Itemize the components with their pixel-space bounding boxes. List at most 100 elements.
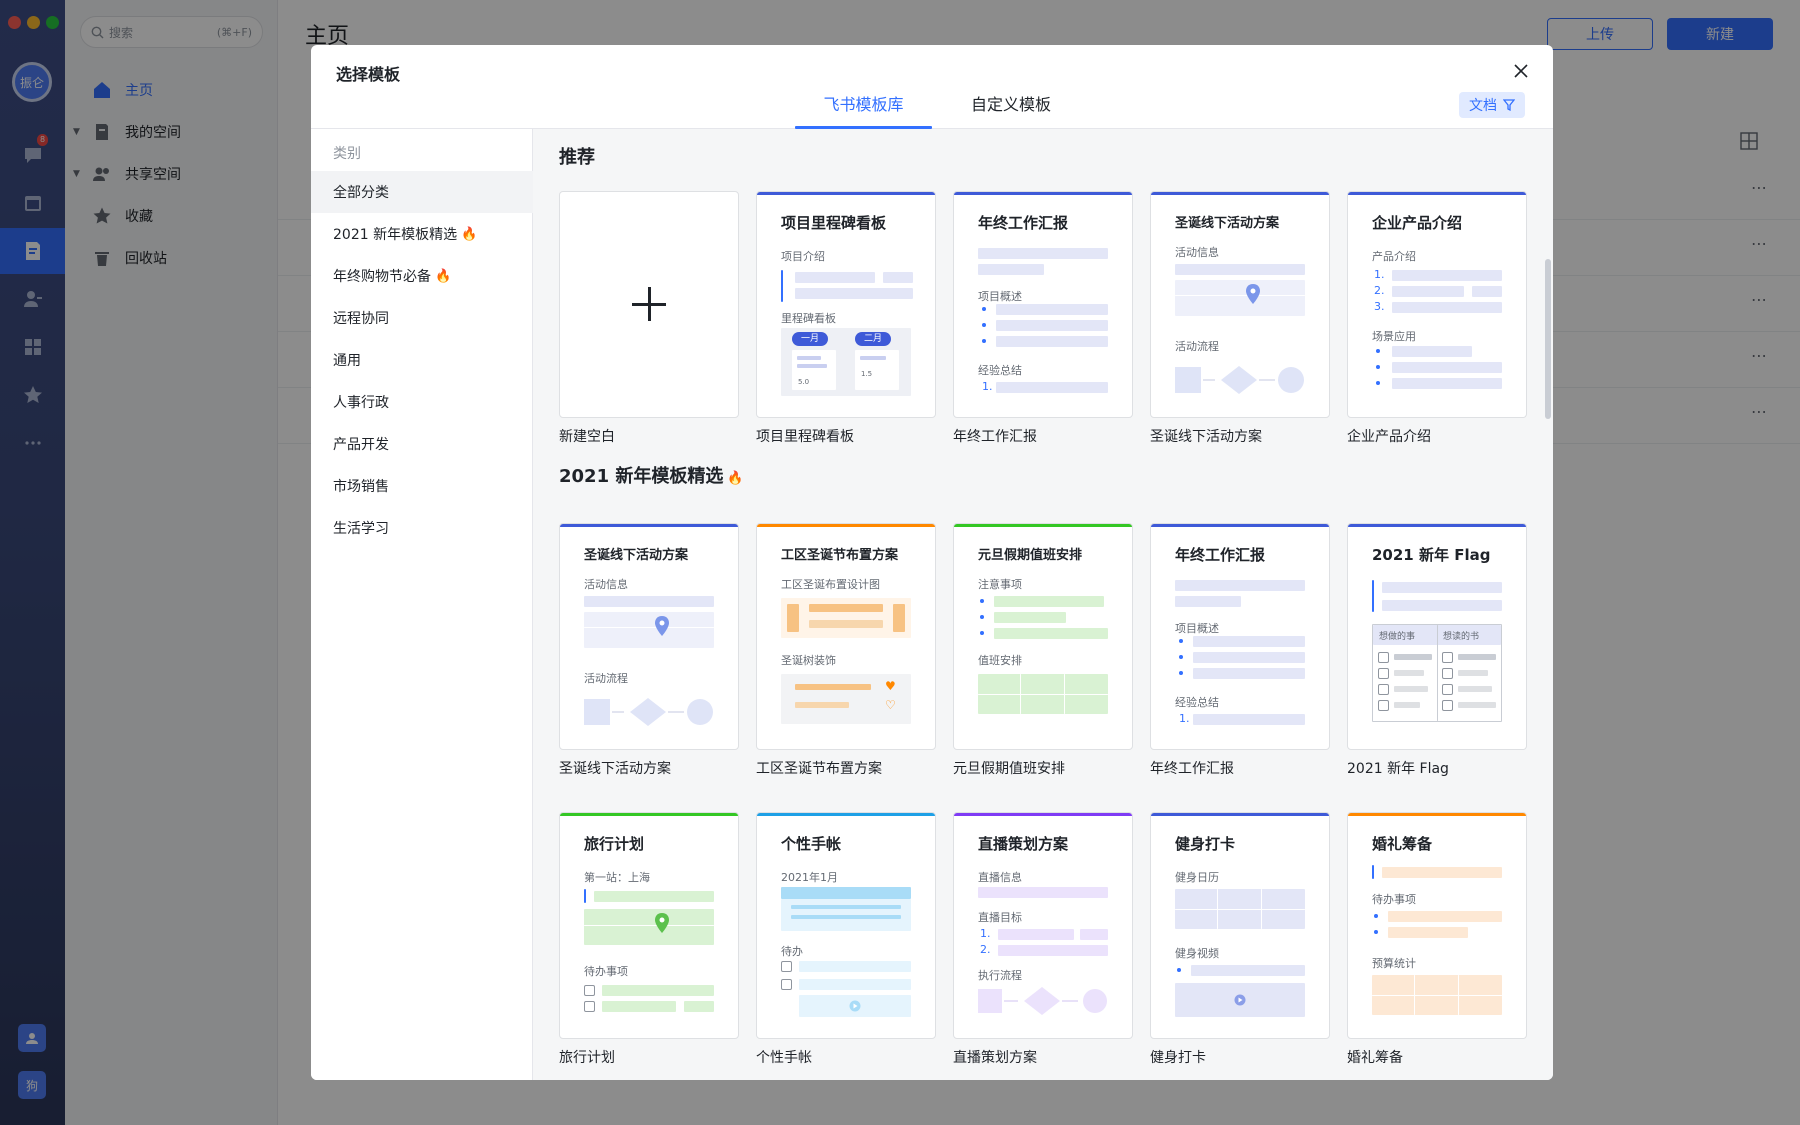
card-section: 里程碑看板 [781, 312, 836, 325]
template-card[interactable]: 健身打卡 健身日历 健身视频 [1150, 812, 1330, 1039]
close-button[interactable] [1509, 59, 1533, 83]
card-caption: 直播策划方案 [953, 1050, 1037, 1066]
dialog-title: 选择模板 [336, 65, 401, 84]
category-marketing[interactable]: 市场销售 [311, 465, 533, 507]
card-section: 项目概述 [1175, 622, 1219, 635]
card-title: 圣诞线下活动方案 [584, 548, 689, 563]
card-caption: 新建空白 [559, 429, 615, 445]
list-number: 1. [1179, 712, 1190, 725]
category-remote[interactable]: 远程协同 [311, 297, 533, 339]
flow-diagram-icon [978, 987, 1107, 1015]
card-section: 产品介绍 [1372, 250, 1416, 263]
card-section: 第一站：上海 [584, 871, 650, 884]
card-section: 工区圣诞布置设计图 [781, 578, 880, 591]
card-title: 元旦假期值班安排 [978, 548, 1083, 563]
heart-outline-icon: ♡ [885, 698, 896, 712]
list-number: 2. [1374, 284, 1385, 297]
fire-icon: 🔥 [727, 471, 744, 486]
card-section: 圣诞树装饰 [781, 654, 836, 667]
section-title: 2021 新年模板精选 🔥 [559, 462, 744, 488]
category-label: 生活学习 [333, 521, 389, 537]
card-section: 执行流程 [978, 969, 1022, 982]
category-label: 2021 新年模板精选 [333, 227, 458, 243]
flow-diagram-icon [584, 698, 713, 726]
card-title: 年终工作汇报 [1175, 546, 1266, 564]
card-caption: 工区圣诞节布置方案 [756, 761, 882, 777]
template-card[interactable]: 婚礼筹备 待办事项 预算统计 [1347, 812, 1527, 1039]
card-section: 2021年1月 [781, 871, 838, 884]
card-section: 待办 [781, 945, 803, 958]
card-section: 待办事项 [1372, 893, 1416, 906]
card-section: 值班安排 [978, 654, 1022, 667]
template-card[interactable]: 企业产品介绍 产品介绍 1. 2. 3. 场景应用 [1347, 191, 1527, 418]
location-pin-icon [655, 913, 669, 933]
location-pin-icon [1246, 284, 1260, 304]
list-number: 1. [982, 380, 993, 393]
heart-icon: ♥ [885, 679, 896, 693]
card-section: 活动信息 [584, 578, 628, 591]
category-life[interactable]: 生活学习 [311, 507, 533, 549]
fire-icon: 🔥 [435, 268, 452, 284]
template-card[interactable]: 工区圣诞节布置方案 工区圣诞布置设计图 圣诞树装饰 ♥ ♡ [756, 523, 936, 750]
scrollbar[interactable] [1545, 259, 1551, 419]
category-general[interactable]: 通用 [311, 339, 533, 381]
play-icon [1234, 994, 1246, 1006]
filter-icon [1503, 99, 1515, 111]
category-label: 年终购物节必备 [333, 269, 431, 285]
template-card[interactable]: 项目里程碑看板 项目介绍 里程碑看板 一月 二月 5.0 1.5 [756, 191, 936, 418]
card-caption: 圣诞线下活动方案 [559, 761, 671, 777]
card-section: 直播信息 [978, 871, 1022, 884]
plus-icon [632, 287, 666, 321]
template-card[interactable]: 年终工作汇报 项目概述 经验总结 1. [953, 191, 1133, 418]
card-caption: 旅行计划 [559, 1050, 615, 1066]
category-label: 全部分类 [333, 185, 389, 201]
template-card[interactable]: 2021 新年 Flag 想做的事 想读的书 [1347, 523, 1527, 750]
column-header: 想做的事 [1379, 632, 1416, 642]
list-number: 3. [1374, 300, 1385, 313]
card-title: 婚礼筹备 [1372, 835, 1433, 853]
card-section: 项目介绍 [781, 250, 825, 263]
category-product[interactable]: 产品开发 [311, 423, 533, 465]
category-label: 产品开发 [333, 437, 389, 453]
tab-custom-templates[interactable]: 自定义模板 [949, 93, 1073, 129]
column-header: 想读的书 [1443, 632, 1480, 642]
month-pill: 二月 [855, 332, 891, 346]
doc-type-filter[interactable]: 文档 [1459, 92, 1525, 118]
card-title: 企业产品介绍 [1372, 214, 1463, 232]
card-value: 1.5 [861, 370, 873, 378]
category-all[interactable]: 全部分类 [311, 171, 533, 213]
card-section: 预算统计 [1372, 957, 1416, 970]
category-label: 人事行政 [333, 395, 389, 411]
card-caption: 年终工作汇报 [953, 429, 1037, 445]
card-caption: 健身打卡 [1150, 1050, 1206, 1066]
card-section: 待办事项 [584, 965, 628, 978]
category-label: 远程协同 [333, 311, 389, 327]
list-number: 2. [980, 943, 991, 956]
category-shopping[interactable]: 年终购物节必备 🔥 [311, 255, 533, 297]
card-title: 直播策划方案 [978, 835, 1069, 853]
play-icon [849, 1000, 861, 1012]
fire-icon: 🔥 [461, 226, 478, 242]
template-card-blank[interactable] [559, 191, 739, 418]
card-section: 项目概述 [978, 290, 1022, 303]
template-card[interactable]: 元旦假期值班安排 注意事项 值班安排 [953, 523, 1133, 750]
card-section: 健身视频 [1175, 947, 1219, 960]
card-section: 注意事项 [978, 578, 1022, 591]
template-card[interactable]: 旅行计划 第一站：上海 待办事项 [559, 812, 739, 1039]
list-number: 1. [980, 927, 991, 940]
close-icon [1514, 64, 1528, 78]
template-card[interactable]: 个性手帐 2021年1月 待办 [756, 812, 936, 1039]
template-card[interactable]: 圣诞线下活动方案 活动信息 活动流程 [1150, 191, 1330, 418]
card-section: 活动流程 [1175, 340, 1219, 353]
tab-feishu-templates[interactable]: 飞书模板库 [795, 93, 932, 129]
card-title: 2021 新年 Flag [1372, 546, 1491, 564]
template-card[interactable]: 圣诞线下活动方案 活动信息 活动流程 [559, 523, 739, 750]
card-section: 经验总结 [1175, 696, 1219, 709]
card-section: 场景应用 [1372, 330, 1416, 343]
category-new-year[interactable]: 2021 新年模板精选 🔥 [311, 213, 533, 255]
dialog-header: 选择模板 飞书模板库 自定义模板 文档 [311, 45, 1553, 129]
template-card[interactable]: 年终工作汇报 项目概述 经验总结 1. [1150, 523, 1330, 750]
card-caption: 个性手帐 [756, 1050, 812, 1066]
template-card[interactable]: 直播策划方案 直播信息 直播目标 1. 2. 执行流程 [953, 812, 1133, 1039]
category-hr[interactable]: 人事行政 [311, 381, 533, 423]
